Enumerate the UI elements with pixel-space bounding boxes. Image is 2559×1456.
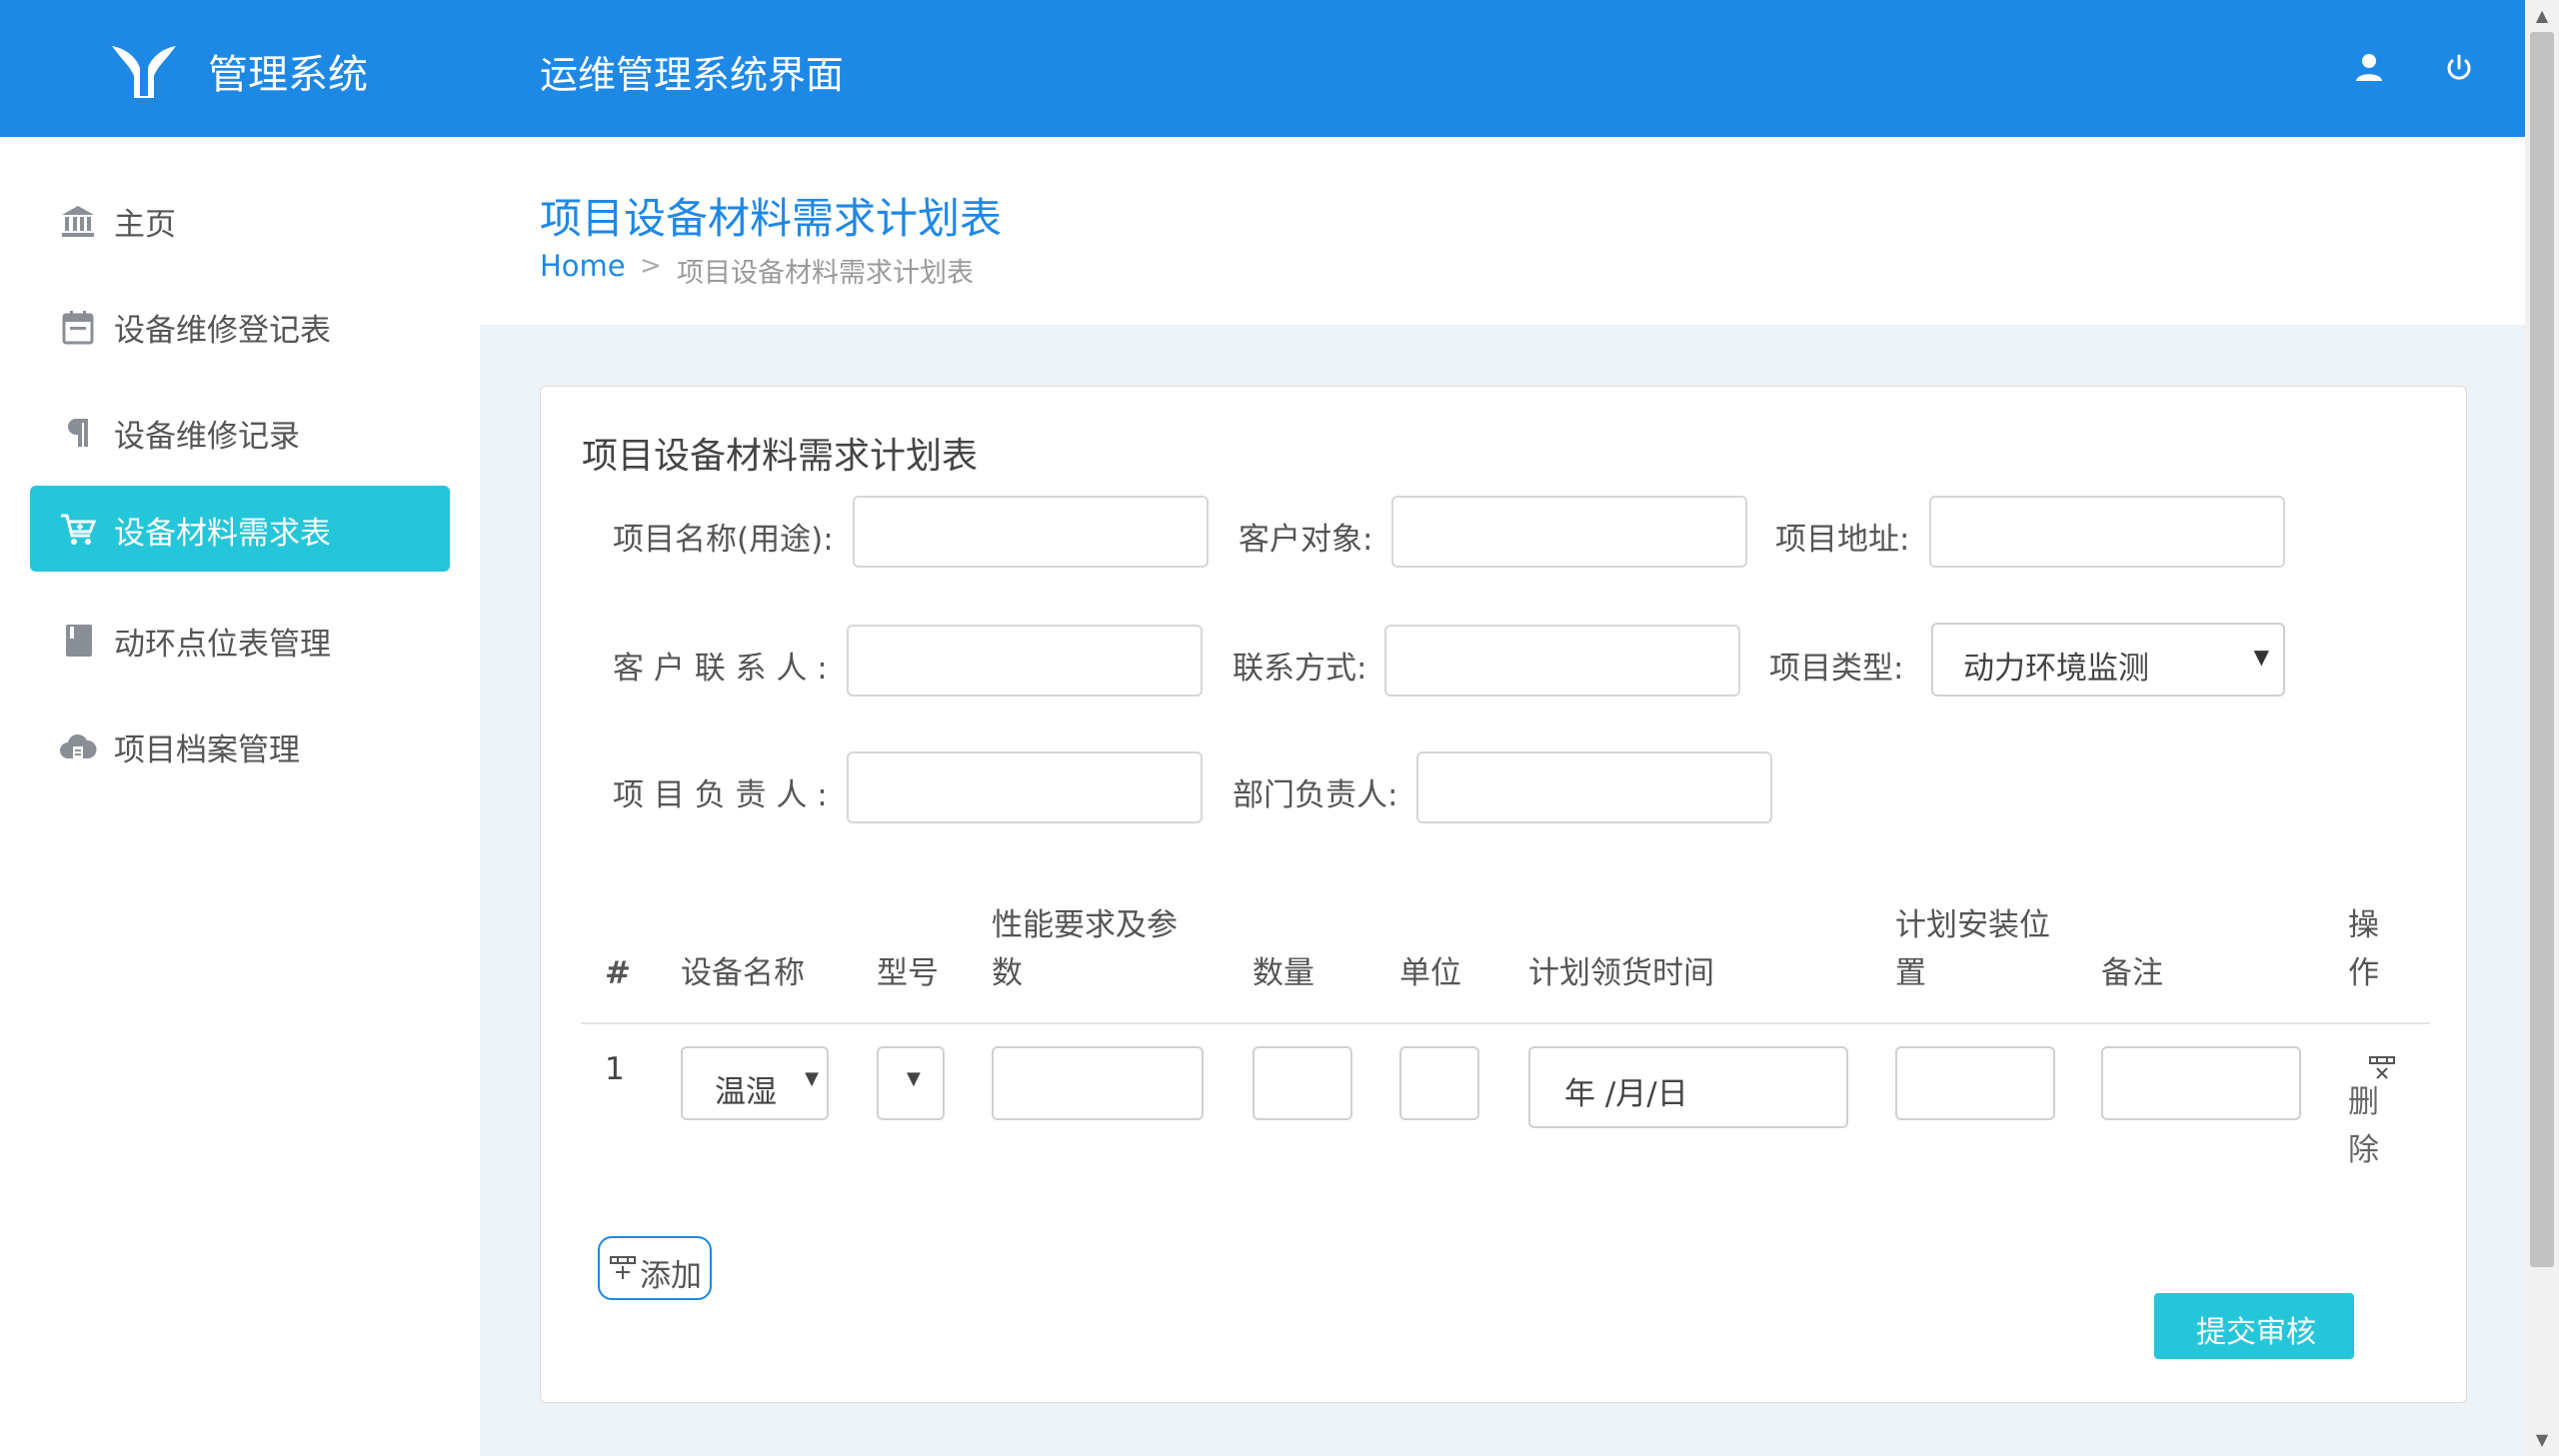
- column-header-unit: 单位: [1399, 955, 1461, 991]
- column-header-op-line1: 操: [2348, 907, 2379, 943]
- submit-review-button[interactable]: 提交审核: [2154, 1293, 2354, 1359]
- column-header-qty: 数量: [1253, 955, 1314, 991]
- calendar-icon: [62, 311, 94, 345]
- project-name-input[interactable]: [853, 496, 1209, 568]
- paragraph-icon: [68, 419, 88, 447]
- logo-icon: [112, 46, 176, 98]
- column-header-name: 设备名称: [681, 955, 805, 991]
- scroll-up-arrow-icon[interactable]: ▲: [2525, 0, 2559, 32]
- address-label: 项目地址:: [1775, 522, 1910, 558]
- column-header-index: #: [605, 955, 631, 991]
- qty-input[interactable]: [1253, 1046, 1352, 1120]
- scroll-down-arrow-icon[interactable]: ▼: [2525, 1424, 2559, 1456]
- chevron-down-icon: ▼: [805, 1068, 819, 1089]
- project-type-select[interactable]: 动力环境监测 ▼: [1931, 623, 2285, 697]
- brand-name: 管理系统: [208, 52, 368, 98]
- customer-input[interactable]: [1391, 496, 1747, 568]
- sidebar: 主页 设备维修登记表 设备维修记录 设备材料需求表 动环点位表管理 项目档案管理: [0, 137, 480, 1456]
- install-location-input[interactable]: [1895, 1046, 2055, 1120]
- remark-input[interactable]: [2101, 1046, 2301, 1120]
- project-manager-input[interactable]: [847, 751, 1203, 823]
- contact-person-label: 客 户 联 系 人 :: [613, 651, 828, 687]
- delete-row-link-line1[interactable]: 删: [2348, 1078, 2379, 1126]
- row-index: 1: [605, 1051, 625, 1087]
- scroll-thumb[interactable]: [2530, 32, 2554, 1267]
- add-row-icon: [610, 1256, 636, 1279]
- sidebar-item-repair-records[interactable]: 设备维修记录: [30, 389, 450, 475]
- column-header-remark: 备注: [2101, 955, 2163, 991]
- sidebar-item-home[interactable]: 主页: [30, 177, 450, 263]
- column-header-date: 计划领货时间: [1528, 955, 1714, 991]
- address-input[interactable]: [1929, 496, 2285, 568]
- sidebar-item-label: 项目档案管理: [114, 732, 300, 768]
- dept-manager-label: 部门负责人:: [1233, 777, 1398, 813]
- breadcrumb-separator-icon: >: [640, 251, 662, 281]
- sidebar-item-material-demand[interactable]: 设备材料需求表: [30, 486, 450, 572]
- user-icon[interactable]: [2349, 48, 2389, 88]
- contact-person-input[interactable]: [847, 625, 1203, 697]
- breadcrumb-current: 项目设备材料需求计划表: [677, 258, 974, 289]
- column-header-spec-line1: 性能要求及参: [992, 907, 1178, 943]
- date-placeholder: 年 /月/日: [1564, 1076, 1688, 1112]
- column-header-location-line1: 计划安装位: [1895, 907, 2050, 943]
- device-name-value: 温湿: [715, 1074, 777, 1110]
- sidebar-item-label: 主页: [114, 207, 176, 243]
- device-name-select[interactable]: 温湿 ▼: [681, 1046, 829, 1120]
- cart-icon: [61, 514, 97, 545]
- remove-row-icon[interactable]: [2368, 1054, 2396, 1080]
- sidebar-item-repair-registration[interactable]: 设备维修登记表: [30, 283, 450, 369]
- sidebar-item-label: 设备维修记录: [114, 419, 300, 455]
- spec-input[interactable]: [992, 1046, 1204, 1120]
- project-type-value: 动力环境监测: [1963, 651, 2149, 687]
- sidebar-item-project-archive[interactable]: 项目档案管理: [30, 703, 450, 788]
- contact-method-input[interactable]: [1384, 625, 1740, 697]
- sidebar-item-label: 设备材料需求表: [114, 516, 331, 552]
- add-row-label: 添加: [640, 1258, 702, 1294]
- pickup-date-input[interactable]: 年 /月/日: [1528, 1046, 1848, 1128]
- form-title: 项目设备材料需求计划表: [582, 436, 979, 477]
- unit-input[interactable]: [1399, 1046, 1479, 1120]
- project-type-label: 项目类型:: [1769, 651, 1904, 687]
- chevron-down-icon: ▼: [2253, 645, 2269, 669]
- delete-row-link-line2[interactable]: 除: [2348, 1126, 2379, 1174]
- model-select[interactable]: ▼: [877, 1046, 945, 1120]
- add-row-button[interactable]: 添加: [598, 1236, 712, 1300]
- dept-manager-input[interactable]: [1416, 751, 1772, 823]
- sidebar-item-label: 动环点位表管理: [114, 627, 331, 663]
- app-title: 运维管理系统界面: [540, 53, 845, 97]
- page-header: 项目设备材料需求计划表 Home > 项目设备材料需求计划表: [480, 137, 2525, 325]
- column-header-op-line2: 作: [2348, 955, 2379, 991]
- sidebar-item-label: 设备维修登记表: [114, 313, 331, 349]
- power-icon[interactable]: [2439, 48, 2479, 88]
- customer-label: 客户对象:: [1239, 522, 1373, 558]
- top-navbar: 管理系统 运维管理系统界面: [0, 0, 2525, 137]
- page-title: 项目设备材料需求计划表: [540, 194, 1003, 243]
- project-name-label: 项目名称(用途):: [613, 522, 834, 558]
- table-header-divider: [581, 1022, 2430, 1024]
- cloud-icon: [60, 733, 97, 758]
- column-header-model: 型号: [877, 955, 939, 991]
- book-icon: [66, 625, 92, 657]
- breadcrumb-home-link[interactable]: Home: [540, 249, 626, 283]
- chevron-down-icon: ▼: [907, 1068, 921, 1089]
- contact-method-label: 联系方式:: [1233, 651, 1367, 687]
- column-header-spec-line2: 数: [992, 955, 1023, 991]
- sidebar-item-point-table[interactable]: 动环点位表管理: [30, 597, 450, 683]
- project-manager-label: 项 目 负 责 人 :: [613, 777, 828, 813]
- column-header-location-line2: 置: [1895, 955, 1926, 991]
- page-scrollbar[interactable]: ▲ ▼: [2525, 0, 2559, 1456]
- bank-icon: [62, 206, 94, 237]
- form-card: 项目设备材料需求计划表 项目名称(用途): 客户对象: 项目地址: 客 户 联 …: [540, 386, 2467, 1403]
- submit-review-label: 提交审核: [2196, 1315, 2316, 1350]
